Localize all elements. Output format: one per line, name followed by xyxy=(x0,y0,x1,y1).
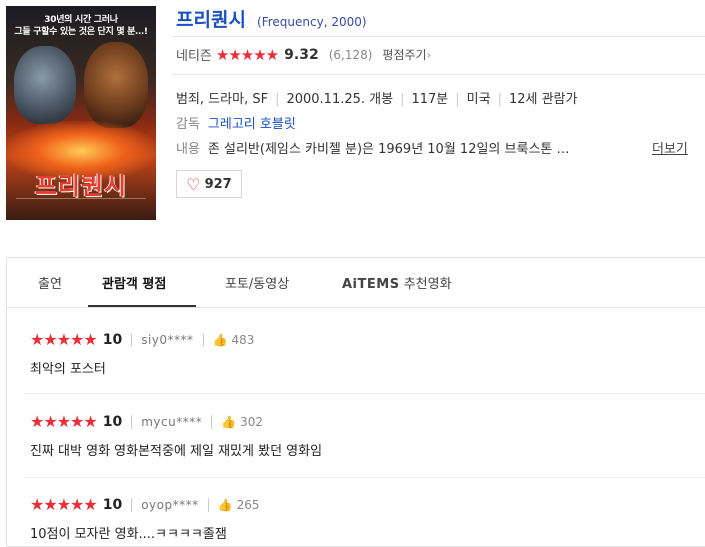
review-text: 최악의 포스터 xyxy=(30,362,106,377)
rating-stars: ★★★★★ xyxy=(215,45,279,64)
poster-title: 프리퀀시 xyxy=(34,172,128,200)
separator: | xyxy=(400,92,405,107)
review-score: 10 xyxy=(102,413,123,430)
review-likes: 302 xyxy=(240,414,264,429)
plot-summary: 존 설리반(제임스 카비젤 분)은 1969년 10월 12일의 브룩스톤 … xyxy=(207,142,570,157)
rating-label: 네티즌 xyxy=(176,49,212,64)
review-stars: ★★★★★ xyxy=(30,495,98,514)
thumbs-up-icon[interactable]: 👍 xyxy=(218,498,233,512)
poster-face-right xyxy=(84,42,148,128)
thumbs-up-icon[interactable]: 👍 xyxy=(221,415,236,429)
tab-photos-videos[interactable]: 포토/동영상 xyxy=(225,273,289,292)
review-user: oyop**** xyxy=(141,497,199,512)
review-meta: ★★★★★ 10 siy0**** 👍 483 xyxy=(30,330,254,349)
review-user: mycu**** xyxy=(141,414,203,429)
tab-cast[interactable]: 출연 xyxy=(38,273,62,292)
divider xyxy=(172,74,705,75)
review-stars: ★★★★★ xyxy=(30,330,98,349)
netizen-rating: 네티즌 ★★★★★ 9.32 (6,128) 평점주기› xyxy=(176,45,431,65)
review-likes: 483 xyxy=(231,332,255,347)
movie-meta: 범죄, 드라마, SF | 2000.11.25. 개봉 | 117분 | 미국 | 12세 관… xyxy=(176,88,577,107)
review-text: 10점이 모자란 영화....ㅋㅋㅋㅋ졸잼 xyxy=(30,527,227,542)
more-link[interactable]: 더보기 xyxy=(652,138,688,157)
separator xyxy=(131,332,133,347)
chevron-right-icon: › xyxy=(426,48,432,62)
separator xyxy=(211,414,213,429)
review-text: 진짜 대박 영화 영화본적중에 제일 재밌게 봤던 영화임 xyxy=(30,444,323,459)
plot-label: 내용 xyxy=(176,142,200,157)
review-meta: ★★★★★ 10 oyop**** 👍 265 xyxy=(30,495,259,514)
movie-original-title: (Frequency, 2000) xyxy=(257,15,367,29)
divider xyxy=(24,477,705,478)
thumbs-up-icon[interactable]: 👍 xyxy=(213,333,228,347)
separator xyxy=(131,414,133,429)
separator xyxy=(131,497,133,512)
rate-button-label: 평점주기 xyxy=(382,48,427,62)
poster-face-left xyxy=(14,46,76,124)
tab-audience-reviews[interactable]: 관람객 평점 xyxy=(102,273,166,292)
plot-line: 내용 존 설리반(제임스 카비젤 분)은 1969년 10월 12일의 브룩스톤 … xyxy=(176,138,570,157)
tab-recommendations[interactable]: AiTEMS 추천영화 xyxy=(342,273,452,292)
country: 미국 xyxy=(466,92,491,107)
director-label: 감독 xyxy=(176,117,200,132)
title-row: 프리퀀시 (Frequency, 2000) xyxy=(176,5,367,32)
like-count: 927 xyxy=(204,176,232,192)
divider xyxy=(24,393,705,394)
divider xyxy=(172,36,705,37)
review-score: 10 xyxy=(102,331,123,348)
director-link[interactable]: 그레고리 호블릿 xyxy=(208,117,296,132)
tab-bar: 출연 관람객 평점 포토/동영상 AiTEMS 추천영화 xyxy=(6,257,705,308)
movie-title[interactable]: 프리퀀시 xyxy=(176,9,246,31)
active-tab-indicator xyxy=(88,305,196,307)
review-meta: ★★★★★ 10 mycu**** 👍 302 xyxy=(30,412,263,431)
separator xyxy=(207,497,209,512)
separator: | xyxy=(275,92,280,107)
separator: | xyxy=(455,92,460,107)
tab-recommend-label: 추천영화 xyxy=(403,277,452,292)
genre: 범죄, 드라마, SF xyxy=(176,92,269,107)
review-stars: ★★★★★ xyxy=(30,412,98,431)
review-score: 10 xyxy=(102,496,123,513)
movie-poster[interactable]: 30년의 시간 그러나 그들 구할수 있는 것은 단지 몇 분…! 프리퀀시 xyxy=(6,6,156,220)
aitems-logo: AiTEMS xyxy=(342,277,400,292)
rating-score: 9.32 xyxy=(284,46,319,63)
separator xyxy=(202,332,204,347)
director-line: 감독 그레고리 호블릿 xyxy=(176,113,296,132)
review-likes: 265 xyxy=(236,497,260,512)
separator: | xyxy=(497,92,502,107)
like-button[interactable]: ♡ 927 xyxy=(176,170,242,198)
release-date: 2000.11.25. 개봉 xyxy=(286,92,394,107)
rate-button[interactable]: 평점주기› xyxy=(382,46,431,63)
runtime: 117분 xyxy=(411,92,449,107)
review-user: siy0**** xyxy=(141,332,194,347)
heart-icon: ♡ xyxy=(186,174,201,194)
poster-tagline: 30년의 시간 그러나 그들 구할수 있는 것은 단지 몇 분…! xyxy=(14,15,148,37)
poster-credits xyxy=(16,198,146,213)
age-rating: 12세 관람가 xyxy=(508,92,578,107)
rating-count: (6,128) xyxy=(328,47,373,62)
